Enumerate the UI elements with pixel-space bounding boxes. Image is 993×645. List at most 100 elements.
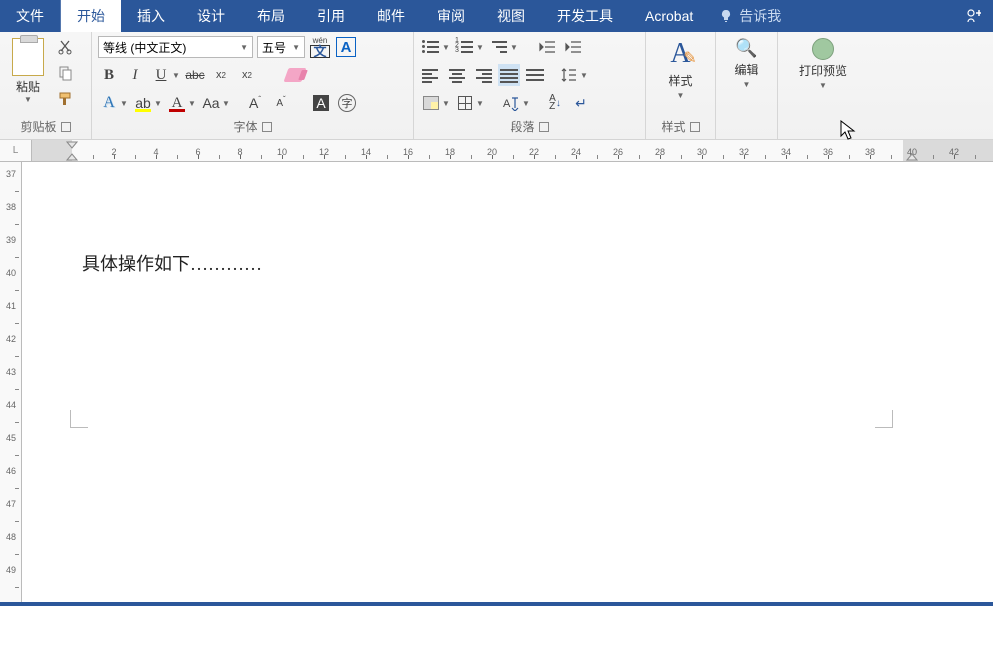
tab-file[interactable]: 文件 [0, 0, 60, 32]
panel-clipboard: 粘贴 ▼ 剪贴板 [0, 32, 92, 139]
enclose-char-button[interactable]: 字 [336, 92, 358, 114]
strike-button[interactable]: abc [184, 64, 206, 86]
tell-me[interactable]: 告诉我 [709, 0, 791, 32]
font-size-value: 五号 [262, 39, 286, 56]
font-color-button[interactable]: A [166, 92, 188, 114]
status-bar [0, 602, 993, 606]
change-case-button[interactable]: Aa [200, 92, 222, 114]
styles-launcher[interactable] [690, 122, 700, 132]
underline-button[interactable]: U [150, 64, 172, 86]
line-spacing-button[interactable] [558, 64, 580, 86]
outdent-icon [539, 40, 555, 54]
italic-button[interactable]: I [124, 64, 146, 86]
clipboard-launcher[interactable] [61, 122, 71, 132]
show-marks-button[interactable]: ↵ [570, 92, 592, 114]
edit-button[interactable]: 🔍 编辑 ▼ [726, 36, 766, 91]
horizontal-ruler[interactable]: L 24681012141618202224262830323436384042 [0, 140, 993, 162]
underline-dropdown[interactable]: ▼ [172, 71, 180, 80]
decrease-indent-button[interactable] [536, 36, 558, 58]
highlight-button[interactable]: ab [132, 92, 154, 114]
tab-acrobat[interactable]: Acrobat [629, 0, 709, 32]
styles-button[interactable]: A✎ 样式 ▼ [660, 36, 700, 102]
distribute-icon [526, 68, 544, 82]
copy-button[interactable] [54, 62, 76, 84]
text-effects-button[interactable]: A [98, 92, 120, 114]
bullets-dropdown[interactable]: ▼ [442, 43, 450, 52]
font-name-selector[interactable]: 等线 (中文正文)▼ [98, 36, 253, 58]
tab-view[interactable]: 视图 [481, 0, 541, 32]
styles-title: 样式 [661, 118, 685, 135]
body-text[interactable]: 具体操作如下………… [82, 250, 262, 276]
ruler-corner: L [0, 140, 32, 161]
paint-bucket-icon [423, 96, 439, 110]
tab-layout[interactable]: 布局 [241, 0, 301, 32]
paragraph-launcher[interactable] [539, 122, 549, 132]
tab-mail[interactable]: 邮件 [361, 0, 421, 32]
panel-edit: 🔍 编辑 ▼ . [716, 32, 778, 139]
clipboard-title: 剪贴板 [20, 118, 56, 135]
numbering-dropdown[interactable]: ▼ [476, 43, 484, 52]
align-left-button[interactable] [420, 64, 442, 86]
styles-dropdown[interactable]: ▼ [677, 91, 685, 100]
superscript-button[interactable]: x2 [236, 64, 258, 86]
align-justify-button[interactable] [498, 64, 520, 86]
line-spacing-dropdown[interactable]: ▼ [580, 71, 588, 80]
brush-icon [57, 91, 73, 107]
distribute-button[interactable] [524, 64, 546, 86]
tab-insert[interactable]: 插入 [121, 0, 181, 32]
char-shading-button[interactable]: A [310, 92, 332, 114]
shading-dropdown[interactable]: ▼ [442, 99, 450, 108]
font-color-dropdown[interactable]: ▼ [188, 99, 196, 108]
tab-references[interactable]: 引用 [301, 0, 361, 32]
edit-dropdown[interactable]: ▼ [743, 80, 751, 89]
tab-devtools[interactable]: 开发工具 [541, 0, 629, 32]
bullets-button[interactable] [420, 36, 442, 58]
vertical-ruler[interactable]: 37383940414243444546474849 [0, 162, 22, 602]
copy-icon [57, 65, 73, 81]
panel-print-preview: 打印预览 ▼ . [778, 32, 868, 139]
shading-button[interactable] [420, 92, 442, 114]
numbering-button[interactable]: 123 [454, 36, 476, 58]
format-painter-button[interactable] [54, 88, 76, 110]
subscript-button[interactable]: x2 [210, 64, 232, 86]
edit-label: 编辑 [734, 61, 758, 78]
preview-dropdown[interactable]: ▼ [819, 81, 827, 90]
page[interactable]: 具体操作如下………… [22, 162, 993, 602]
tab-bar: 文件 开始 插入 设计 布局 引用 邮件 审阅 视图 开发工具 Acrobat … [0, 0, 993, 32]
shrink-font-button[interactable]: Aˇ [270, 92, 292, 114]
borders-dropdown[interactable]: ▼ [476, 99, 484, 108]
align-center-button[interactable] [446, 64, 468, 86]
text-direction-button[interactable]: A [500, 92, 522, 114]
tab-design[interactable]: 设计 [181, 0, 241, 32]
find-icon: 🔍 [735, 38, 757, 59]
borders-button[interactable] [454, 92, 476, 114]
increase-indent-button[interactable] [562, 36, 584, 58]
change-case-dropdown[interactable]: ▼ [222, 99, 230, 108]
font-launcher[interactable] [262, 122, 272, 132]
multilevel-button[interactable] [488, 36, 510, 58]
clear-format-button[interactable] [284, 64, 306, 86]
highlight-dropdown[interactable]: ▼ [154, 99, 162, 108]
sort-button[interactable]: AZ↓ [544, 92, 566, 114]
cut-button[interactable] [54, 36, 76, 58]
phonetic-guide-button[interactable]: wén文 [309, 36, 331, 58]
panel-font: 等线 (中文正文)▼ 五号▼ wén文 A B I U▼ abc x2 x2 A… [92, 32, 414, 139]
paste-dropdown[interactable]: ▼ [24, 95, 32, 104]
font-size-selector[interactable]: 五号▼ [257, 36, 305, 58]
page-corner-mark [875, 410, 893, 428]
grow-font-button[interactable]: Aˆ [244, 92, 266, 114]
print-preview-button[interactable]: 打印预览 ▼ [791, 36, 855, 92]
tab-home[interactable]: 开始 [61, 0, 121, 32]
paste-button[interactable]: 粘贴 ▼ [6, 36, 50, 104]
bold-button[interactable]: B [98, 64, 120, 86]
multilevel-dropdown[interactable]: ▼ [510, 43, 518, 52]
tab-review[interactable]: 审阅 [421, 0, 481, 32]
text-direction-dropdown[interactable]: ▼ [522, 99, 530, 108]
char-border-button[interactable]: A [335, 36, 357, 58]
align-justify-icon [500, 68, 518, 82]
text-effects-dropdown[interactable]: ▼ [120, 99, 128, 108]
share-button[interactable] [955, 0, 993, 32]
paragraph-title: 段落 [510, 118, 534, 135]
lightbulb-icon [719, 9, 733, 23]
align-right-button[interactable] [472, 64, 494, 86]
